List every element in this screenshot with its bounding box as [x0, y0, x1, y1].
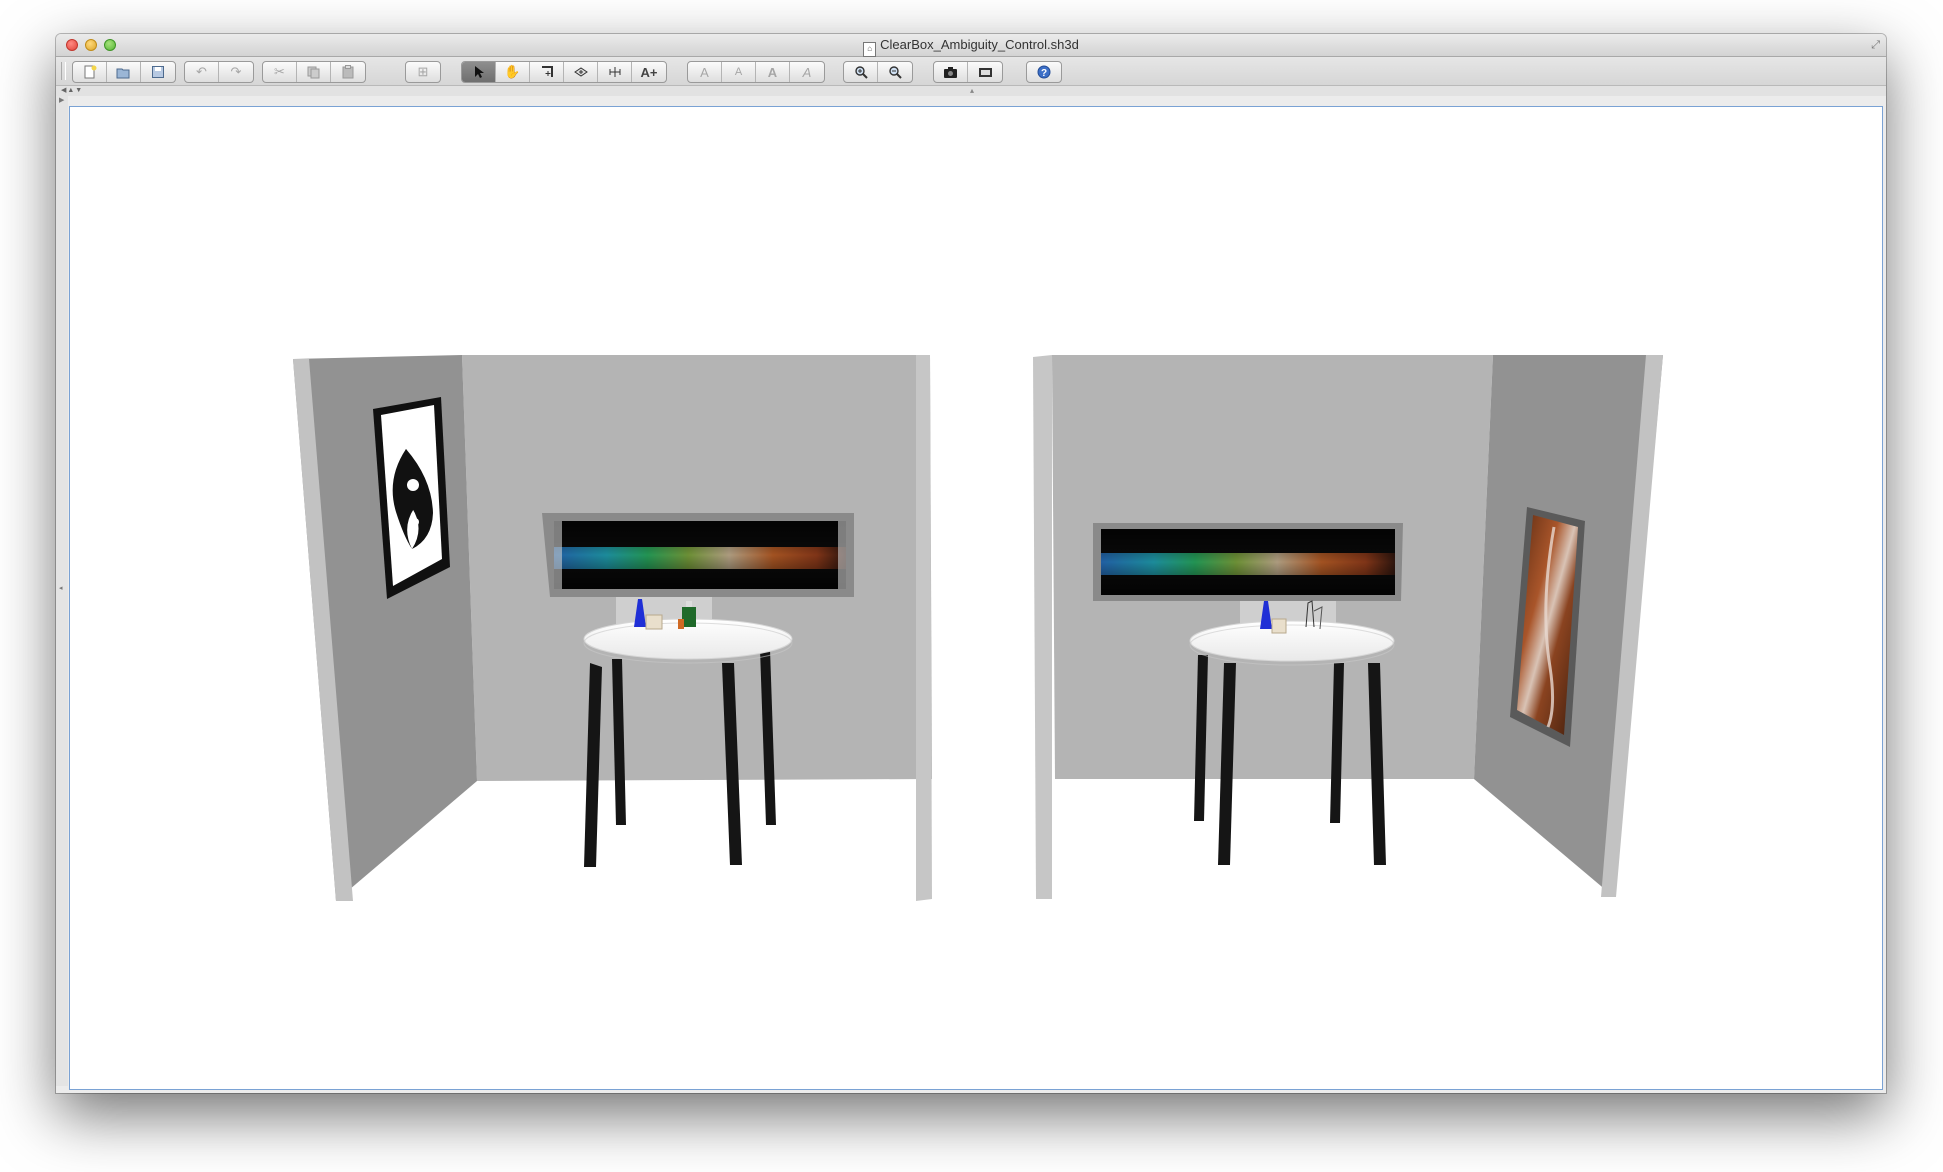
help-button-group: ? [1026, 61, 1062, 83]
left-spectrum-panel[interactable] [542, 513, 854, 597]
right-spectrum-panel[interactable] [1093, 523, 1403, 601]
undo-button[interactable]: ↶ [185, 62, 219, 82]
right-room[interactable] [1033, 355, 1663, 899]
render-button-group [933, 61, 1003, 83]
create-dimensions-button[interactable] [598, 62, 632, 82]
mode-button-group: ✋ A+ [461, 61, 667, 83]
collapse-arrows-icon[interactable]: ◀▲▼ [61, 86, 83, 94]
left-room[interactable] [293, 355, 932, 901]
create-video-button[interactable] [968, 62, 1002, 82]
pan-mode-button[interactable]: ✋ [496, 62, 530, 82]
divider-grip-icon[interactable]: ▴ [970, 86, 974, 95]
clipboard-button-group: ✂ [262, 61, 366, 83]
italic-text-button[interactable]: A [790, 62, 824, 82]
zoom-out-icon [888, 65, 902, 79]
pan-hand-icon: ✋ [504, 64, 521, 79]
document-proxy-icon[interactable]: ⌂ [863, 42, 877, 57]
undo-icon: ↶ [196, 64, 207, 79]
gutter-grip-icon[interactable]: ◂ [59, 584, 63, 592]
paste-icon [342, 65, 354, 79]
left-room-right-wall-edge[interactable] [916, 355, 932, 901]
history-button-group: ↶ ↷ [184, 61, 254, 83]
right-room-left-wall-edge[interactable] [1033, 355, 1052, 899]
add-text-button[interactable]: A+ [632, 62, 666, 82]
create-rooms-button[interactable] [564, 62, 598, 82]
redo-icon: ↷ [230, 64, 242, 79]
paste-button[interactable] [331, 62, 365, 82]
new-home-icon [83, 65, 97, 79]
text-style-button-group: A A A A [687, 61, 825, 83]
create-photo-button[interactable] [934, 62, 968, 82]
add-furniture-button[interactable]: ⊞ [406, 62, 440, 82]
help-button[interactable]: ? [1027, 62, 1061, 82]
bold-text-icon: A [767, 64, 778, 80]
zoom-button-group [843, 61, 913, 83]
save-icon [151, 65, 165, 79]
svg-text:?: ? [1041, 68, 1047, 79]
bold-text-button[interactable]: A [756, 62, 790, 82]
window-title-area: ⌂ ClearBox_Ambiguity_Control.sh3d [56, 37, 1886, 57]
app-window: ⌂ ClearBox_Ambiguity_Control.sh3d ⤢ ↶ ↷ ✂ [56, 34, 1886, 1093]
help-icon: ? [1037, 65, 1051, 79]
select-pointer-icon [473, 65, 485, 79]
increase-text-size-icon: A [700, 64, 709, 80]
split-pane-divider[interactable]: ◀▲▼ ▴ [56, 86, 1886, 96]
create-walls-icon [540, 65, 554, 79]
furniture-button-group: ⊞ [405, 61, 441, 83]
copy-button[interactable] [297, 62, 331, 82]
create-photo-icon [943, 66, 958, 79]
title-bar[interactable]: ⌂ ClearBox_Ambiguity_Control.sh3d ⤢ [56, 34, 1886, 57]
decrease-text-size-icon: A [734, 66, 743, 78]
open-icon [116, 66, 131, 79]
toolbar-grip[interactable] [61, 62, 66, 80]
zoom-in-icon [854, 65, 868, 79]
file-button-group [72, 61, 176, 83]
create-walls-button[interactable] [530, 62, 564, 82]
3d-scene [293, 355, 1663, 901]
expand-arrow-icon[interactable]: ▶ [59, 96, 64, 104]
create-dimensions-icon [608, 65, 622, 79]
add-furniture-icon: ⊞ [417, 64, 429, 79]
left-split-gutter[interactable]: ▶ ◂ [56, 96, 68, 1086]
new-home-button[interactable] [73, 62, 107, 82]
select-mode-button[interactable] [462, 62, 496, 82]
italic-text-icon: A [802, 64, 812, 80]
copy-icon [307, 66, 320, 79]
add-text-icon: A+ [640, 64, 658, 80]
create-rooms-icon [573, 65, 588, 79]
fullscreen-icon[interactable]: ⤢ [1871, 39, 1880, 52]
window-title: ClearBox_Ambiguity_Control.sh3d [880, 37, 1079, 52]
create-video-icon [978, 66, 993, 79]
zoom-in-button[interactable] [844, 62, 878, 82]
increase-text-size-button[interactable]: A [688, 62, 722, 82]
3d-view[interactable] [69, 106, 1883, 1090]
cut-button[interactable]: ✂ [263, 62, 297, 82]
save-button[interactable] [141, 62, 175, 82]
redo-button[interactable]: ↷ [219, 62, 253, 82]
decrease-text-size-button[interactable]: A [722, 62, 756, 82]
cut-icon: ✂ [274, 64, 285, 79]
zoom-out-button[interactable] [878, 62, 912, 82]
main-toolbar: ↶ ↷ ✂ ⊞ ✋ A+ A A A A ? [56, 57, 1886, 86]
open-button[interactable] [107, 62, 141, 82]
